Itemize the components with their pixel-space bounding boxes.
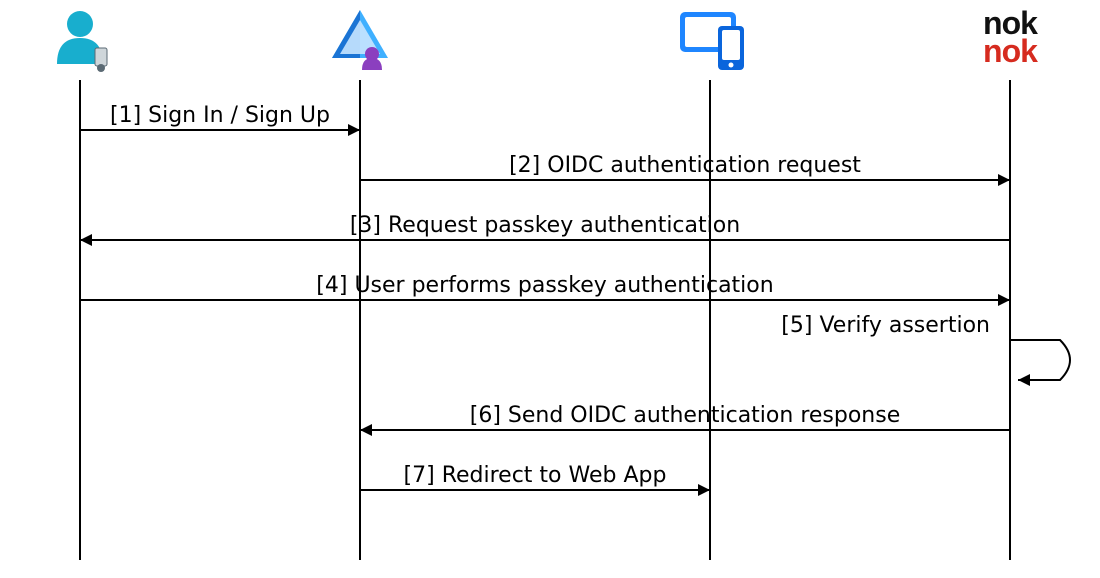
noknok-logo: nok nok: [983, 5, 1038, 69]
message-label: [1] Sign In / Sign Up: [110, 103, 330, 128]
message-label: [2] OIDC authentication request: [509, 153, 861, 178]
noknok-logo-line2: nok: [983, 33, 1038, 69]
message-m1: [1] Sign In / Sign Up: [80, 103, 360, 130]
message-label: [6] Send OIDC authentication response: [470, 403, 901, 428]
message-m4: [4] User performs passkey authentication: [80, 273, 1010, 300]
message-m6: [6] Send OIDC authentication response: [360, 403, 1010, 430]
message-m2: [2] OIDC authentication request: [360, 153, 1010, 180]
message-m7: [7] Redirect to Web App: [360, 463, 710, 490]
message-m3: [3] Request passkey authentication: [80, 213, 1010, 240]
device-icon: [680, 12, 744, 70]
message-label: [4] User performs passkey authentication: [316, 273, 773, 298]
sequence-diagram: nok nok [1] Sign In / Sign Up [2] OIDC au…: [0, 0, 1100, 578]
message-m5: [5] Verify assertion: [781, 313, 1070, 380]
message-label: [3] Request passkey authentication: [350, 213, 740, 238]
message-label: [5] Verify assertion: [781, 313, 990, 338]
message-label: [7] Redirect to Web App: [404, 463, 667, 488]
messages-group: [1] Sign In / Sign Up [2] OIDC authentica…: [80, 103, 1070, 490]
azure-b2c-icon: [332, 10, 388, 70]
user-icon: [57, 11, 107, 72]
